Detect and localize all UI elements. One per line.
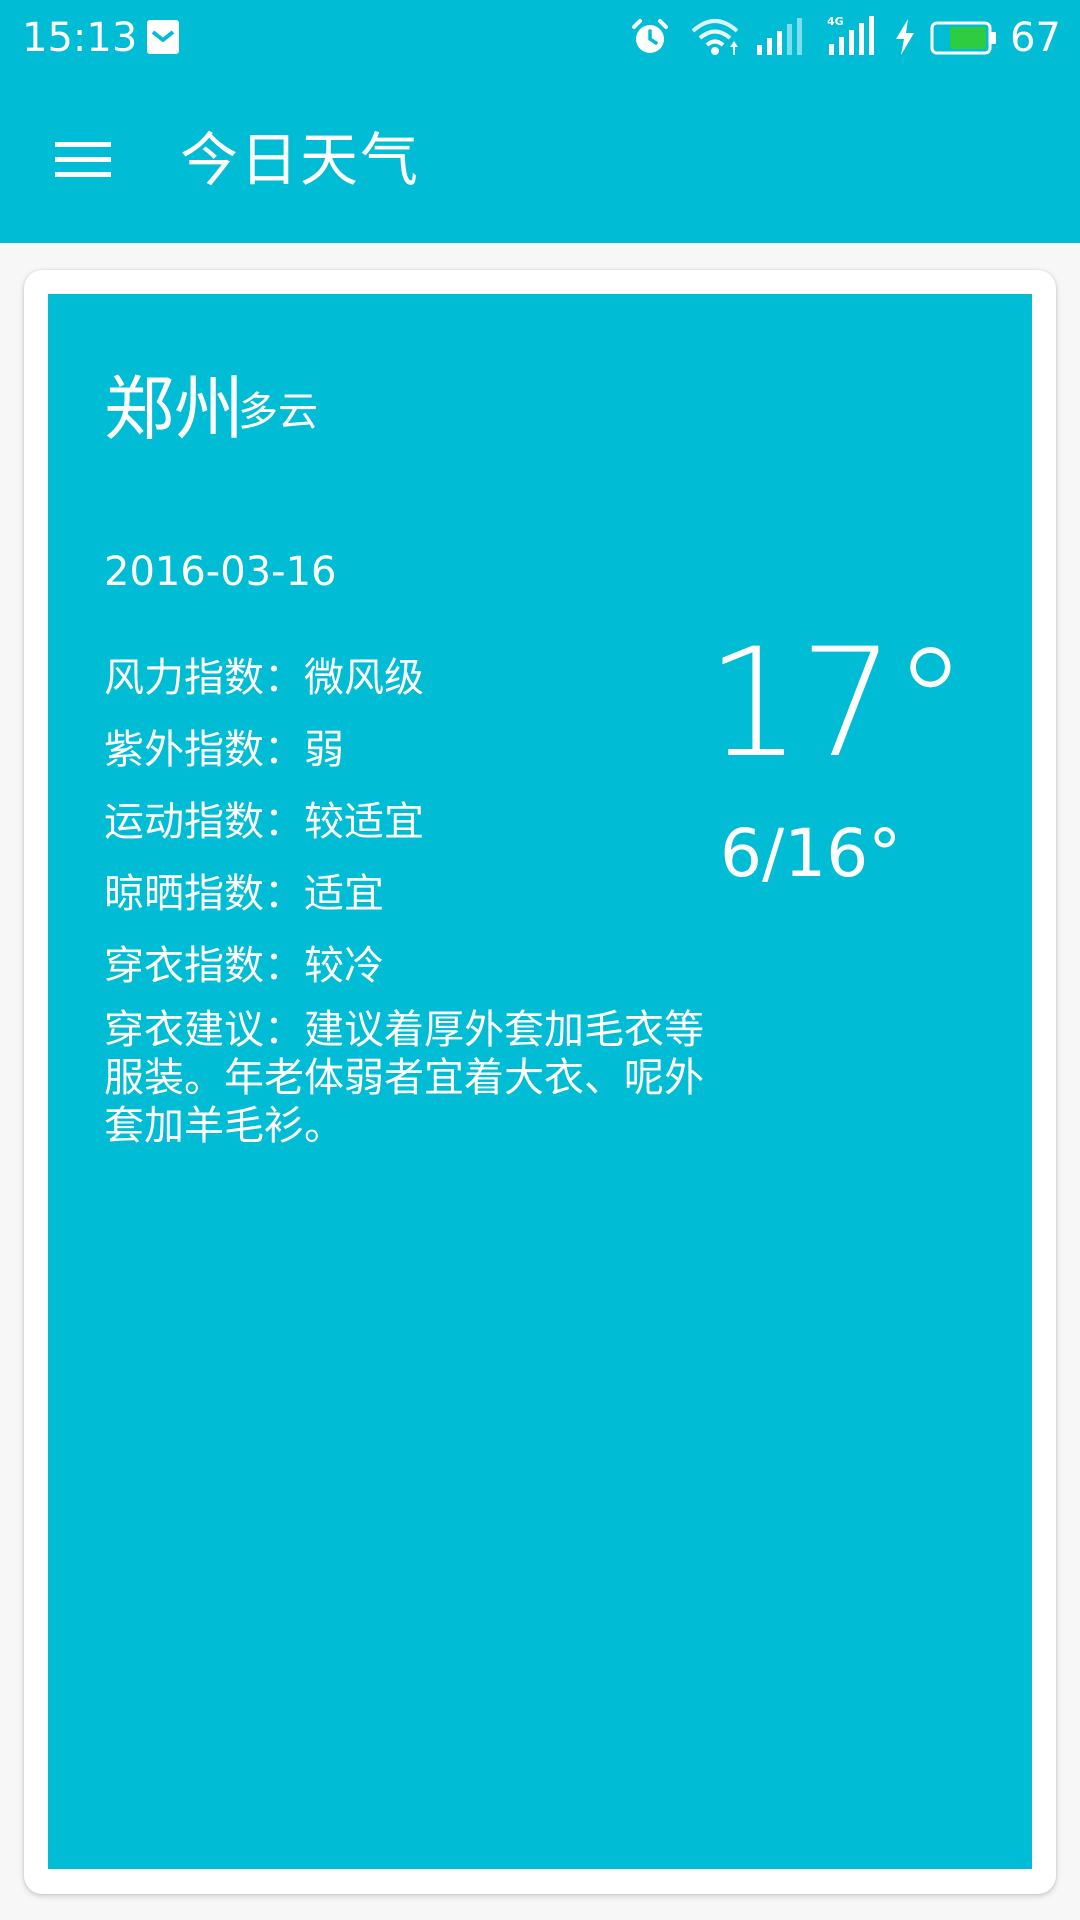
index-dressing: 穿衣指数：较冷 <box>104 943 384 989</box>
svg-text:4G: 4G <box>827 15 844 28</box>
index-drying: 晾晒指数：适宜 <box>104 871 384 917</box>
top-area: 15:13 4G 67 今日天气 <box>0 0 1080 243</box>
index-sport: 运动指数：较适宜 <box>104 799 424 845</box>
signal-icon <box>757 18 802 55</box>
temperature-range: 6/16° <box>720 815 902 892</box>
weather-indices: 风力指数：微风级 紫外指数：弱 运动指数：较适宜 晾晒指数：适宜 穿衣指数：较冷 <box>104 642 724 1002</box>
alarm-icon <box>632 19 668 53</box>
charging-icon <box>896 19 914 55</box>
battery-icon <box>930 21 996 55</box>
app-bar: 今日天气 <box>0 75 1080 243</box>
index-wind: 风力指数：微风级 <box>104 655 424 701</box>
menu-button[interactable] <box>40 127 126 191</box>
weather-card-content: 郑州 多云 2016-03-16 风力指数：微风级 紫外指数：弱 运动指数：较适… <box>48 294 1032 1869</box>
message-icon <box>147 20 179 54</box>
dressing-advice: 穿衣建议：建议着厚外套加毛衣等服装。年老体弱者宜着大衣、呢外套加羊毛衫。 <box>104 1007 704 1149</box>
battery-percentage: 67 <box>1010 15 1061 61</box>
signal-4g-icon: 4G <box>827 15 874 55</box>
weather-card: 郑州 多云 2016-03-16 风力指数：微风级 紫外指数：弱 运动指数：较适… <box>24 270 1056 1894</box>
wifi-icon <box>691 19 739 55</box>
status-bar: 15:13 4G 67 <box>0 0 1080 75</box>
city-name: 郑州 <box>104 368 244 450</box>
status-time: 15:13 <box>22 15 138 61</box>
page-title: 今日天气 <box>180 126 421 194</box>
menu-icon <box>55 142 111 177</box>
current-temperature: 17° <box>706 617 968 791</box>
index-uv: 紫外指数：弱 <box>104 727 344 773</box>
weather-condition: 多云 <box>238 389 318 435</box>
weather-date: 2016-03-16 <box>104 549 337 595</box>
